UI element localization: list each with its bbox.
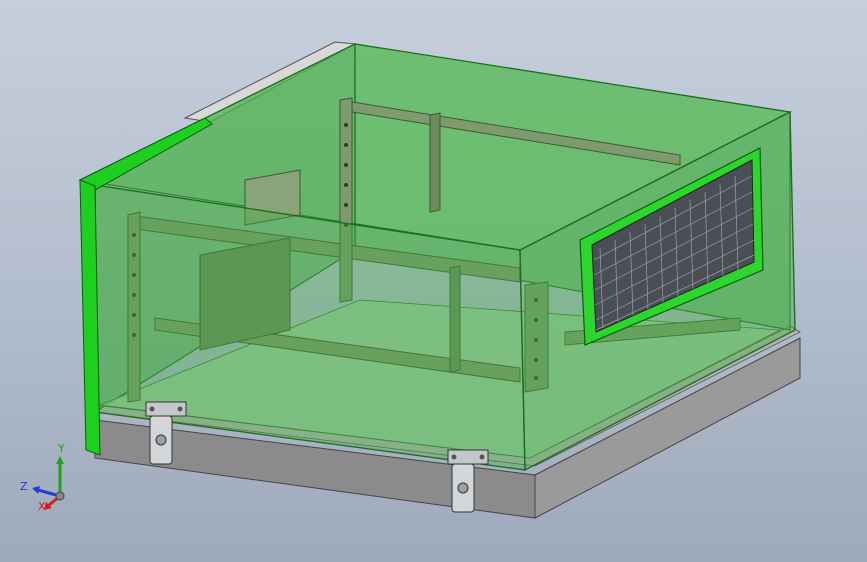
cad-viewport[interactable]: Y Z X [0, 0, 867, 562]
axis-triad: Y Z X [14, 440, 84, 520]
axis-y-label: Y [58, 442, 65, 455]
enclosure-3d-model[interactable] [0, 0, 867, 562]
axis-z-label: Z [20, 480, 28, 493]
axis-x-label: X [38, 500, 46, 513]
